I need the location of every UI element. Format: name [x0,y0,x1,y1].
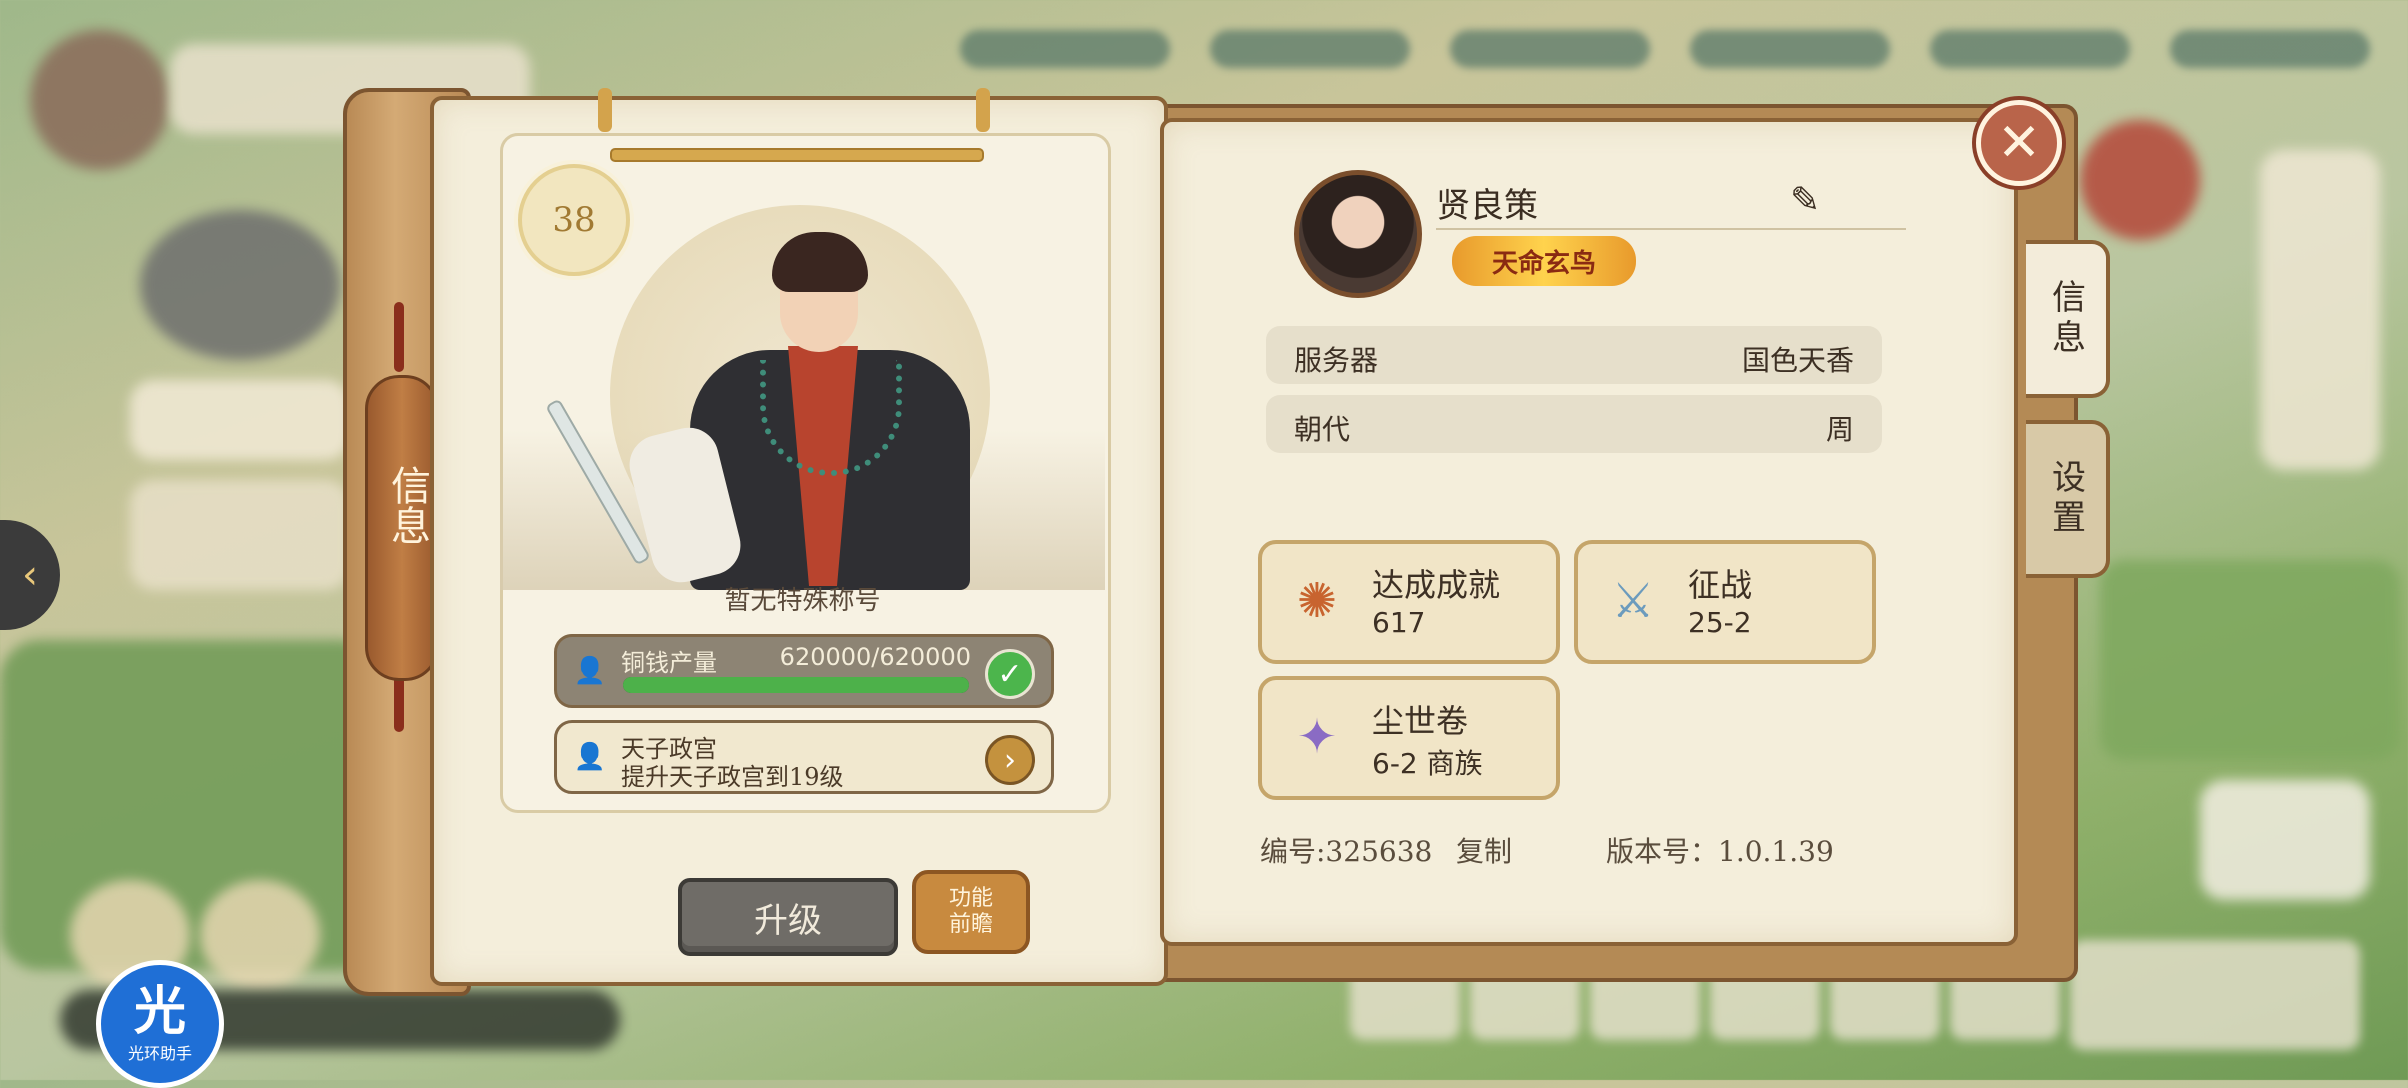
player-id: 编号:325638 [1260,835,1433,868]
server-label: 服务器 [1294,344,1379,377]
edit-pencil-icon[interactable]: ✎ [1790,180,1820,221]
copper-progress-fill [623,677,969,693]
check-icon[interactable]: ✓ [985,649,1035,699]
feature-preview-button[interactable]: 功能 前瞻 [912,870,1030,954]
tab-settings-label: 设置 [2045,459,2086,539]
portrait-top-bar [610,148,984,162]
version-text: 版本号：1.0.1.39 [1606,835,1834,868]
dynasty-value: 周 [1825,413,1854,446]
side-collapse-button[interactable]: ‹ [0,520,60,630]
copper-production-task: 👤 铜钱产量 620000/620000 ✓ [554,634,1054,708]
spine-rod-bottom [394,672,404,732]
level-badge: 38 [518,164,630,276]
scholar-avatar-icon: 👤 [573,742,607,772]
dynasty-label: 朝代 [1294,413,1351,446]
close-icon[interactable]: ✕ [1976,100,2062,186]
title-badge: 天命玄鸟 [1452,236,1636,286]
spine-tab-label: 信息 [384,465,430,545]
stat-card-chronicle[interactable]: ✦ 尘世卷 6-2 商族 [1258,676,1560,800]
campaign-value: 25-2 [1688,606,1752,639]
palace-upgrade-task[interactable]: 👤 天子政宫 提升天子政宫到19级 › [554,720,1054,794]
chevron-left-icon: ‹ [22,552,38,598]
copper-task-label: 铜钱产量 [621,649,717,677]
chronicle-label: 尘世卷 [1372,702,1469,740]
stat-card-campaign[interactable]: ⚔ 征战 25-2 [1574,540,1876,664]
copy-id-button[interactable]: 复制 [1456,830,1512,870]
stat-card-achievements[interactable]: ✺ 达成成就 617 [1258,540,1560,664]
page-clip-right [976,88,990,132]
palace-task-desc: 提升天子政宫到19级 [621,763,844,791]
avatar[interactable] [1294,170,1422,298]
tab-info-label: 信息 [2045,279,2086,359]
achievements-label: 达成成就 [1372,566,1501,604]
spine-rod-top [394,302,404,372]
server-value: 国色天香 [1741,344,1854,377]
campaign-label: 征战 [1688,566,1753,604]
preview-label-line1: 功能 [948,886,993,911]
info-row-dynasty: 朝代 周 [1266,395,1882,453]
special-title-text: 暂无特殊称号 [724,586,881,616]
name-underline [1436,228,1906,230]
beast-icon: ✦ [1296,709,1338,765]
page-clip-left [598,88,612,132]
tab-settings[interactable]: 设置 [2026,420,2110,578]
tab-info[interactable]: 信息 [2026,240,2110,398]
chronicle-value: 6-2 商族 [1372,747,1483,780]
info-row-server: 服务器 国色天香 [1266,326,1882,384]
upgrade-button[interactable]: 升级 [678,878,898,956]
player-name: 贤良策 [1436,186,1538,226]
phoenix-icon: ✺ [1296,573,1338,629]
assistant-logo-glyph: 光 [133,982,186,1042]
assistant-logo[interactable]: 光 光环助手 [96,960,224,1088]
preview-label-line2: 前瞻 [948,912,993,937]
assistant-logo-text: 光环助手 [127,1044,192,1063]
copper-task-value: 620000/620000 [779,643,971,671]
crossed-swords-icon: ⚔ [1611,573,1655,629]
chevron-right-icon[interactable]: › [985,735,1035,785]
copper-progress-bar [623,677,969,693]
scholar-avatar-icon: 👤 [573,656,607,686]
achievements-value: 617 [1372,606,1426,639]
